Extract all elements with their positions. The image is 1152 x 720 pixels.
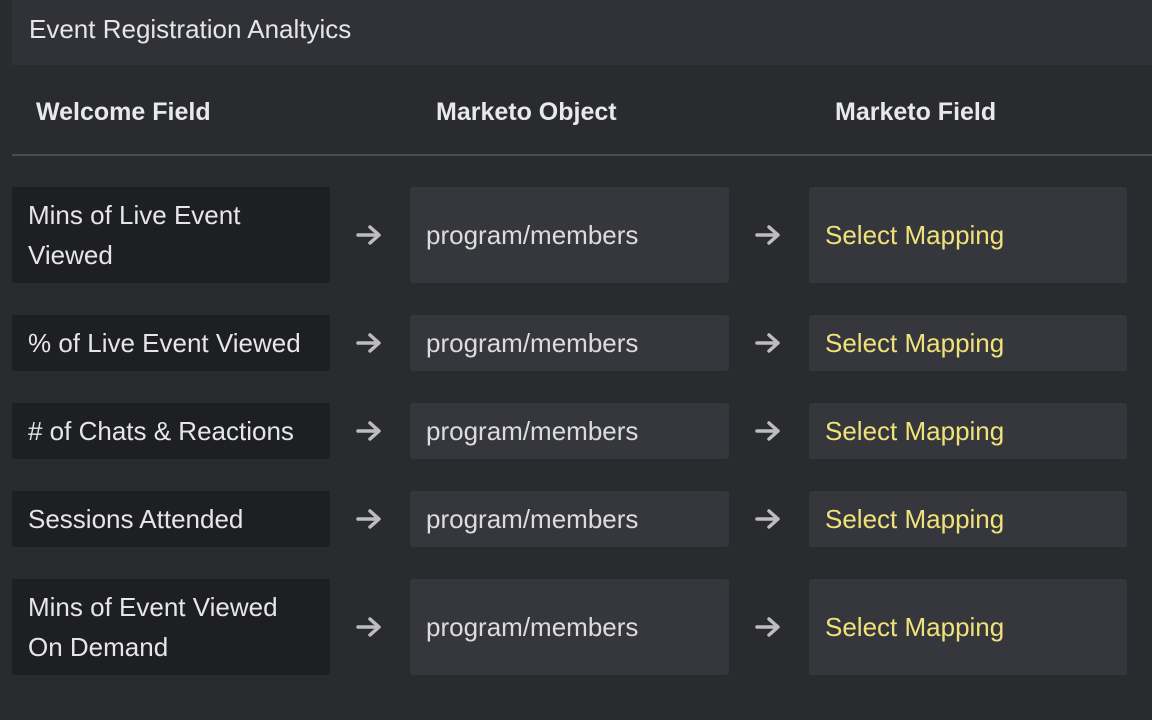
section-title: Event Registration Analtyics: [12, 0, 1152, 65]
mapping-row: Mins of Live Event Viewed program/member…: [12, 187, 1152, 283]
marketo-object-value: program/members: [410, 491, 729, 547]
mapping-page: Event Registration Analtyics Welcome Fie…: [0, 0, 1152, 720]
marketo-object-value: program/members: [410, 315, 729, 371]
arrow-right-icon: [749, 403, 789, 459]
arrow-right-icon: [749, 187, 789, 283]
arrow-right-icon: [350, 491, 390, 547]
mapping-row: # of Chats & Reactions program/members S…: [12, 403, 1152, 459]
welcome-field-label: Mins of Event Viewed On Demand: [12, 579, 330, 675]
marketo-object-value: program/members: [410, 403, 729, 459]
column-header-marketo-field: Marketo Field: [835, 98, 997, 126]
welcome-field-label: % of Live Event Viewed: [12, 315, 330, 371]
marketo-object-value: program/members: [410, 187, 729, 283]
welcome-field-label: Sessions Attended: [12, 491, 330, 547]
arrow-right-icon: [350, 403, 390, 459]
mapping-row: % of Live Event Viewed program/members S…: [12, 315, 1152, 371]
arrow-right-icon: [749, 491, 789, 547]
welcome-field-label: # of Chats & Reactions: [12, 403, 330, 459]
select-mapping-dropdown[interactable]: Select Mapping: [809, 315, 1127, 371]
mapping-row: Sessions Attended program/members Select…: [12, 491, 1152, 547]
marketo-object-value: program/members: [410, 579, 729, 675]
arrow-right-icon: [350, 579, 390, 675]
select-mapping-dropdown[interactable]: Select Mapping: [809, 403, 1127, 459]
arrow-right-icon: [350, 187, 390, 283]
column-headers: Welcome Field Marketo Object Marketo Fie…: [12, 86, 1152, 156]
select-mapping-dropdown[interactable]: Select Mapping: [809, 579, 1127, 675]
mapping-row: Mins of Event Viewed On Demand program/m…: [12, 579, 1152, 675]
welcome-field-label: Mins of Live Event Viewed: [12, 187, 330, 283]
arrow-right-icon: [749, 315, 789, 371]
select-mapping-dropdown[interactable]: Select Mapping: [809, 491, 1127, 547]
arrow-right-icon: [350, 315, 390, 371]
column-header-welcome-field: Welcome Field: [36, 98, 211, 126]
arrow-right-icon: [749, 579, 789, 675]
column-header-marketo-object: Marketo Object: [436, 98, 617, 126]
select-mapping-dropdown[interactable]: Select Mapping: [809, 187, 1127, 283]
